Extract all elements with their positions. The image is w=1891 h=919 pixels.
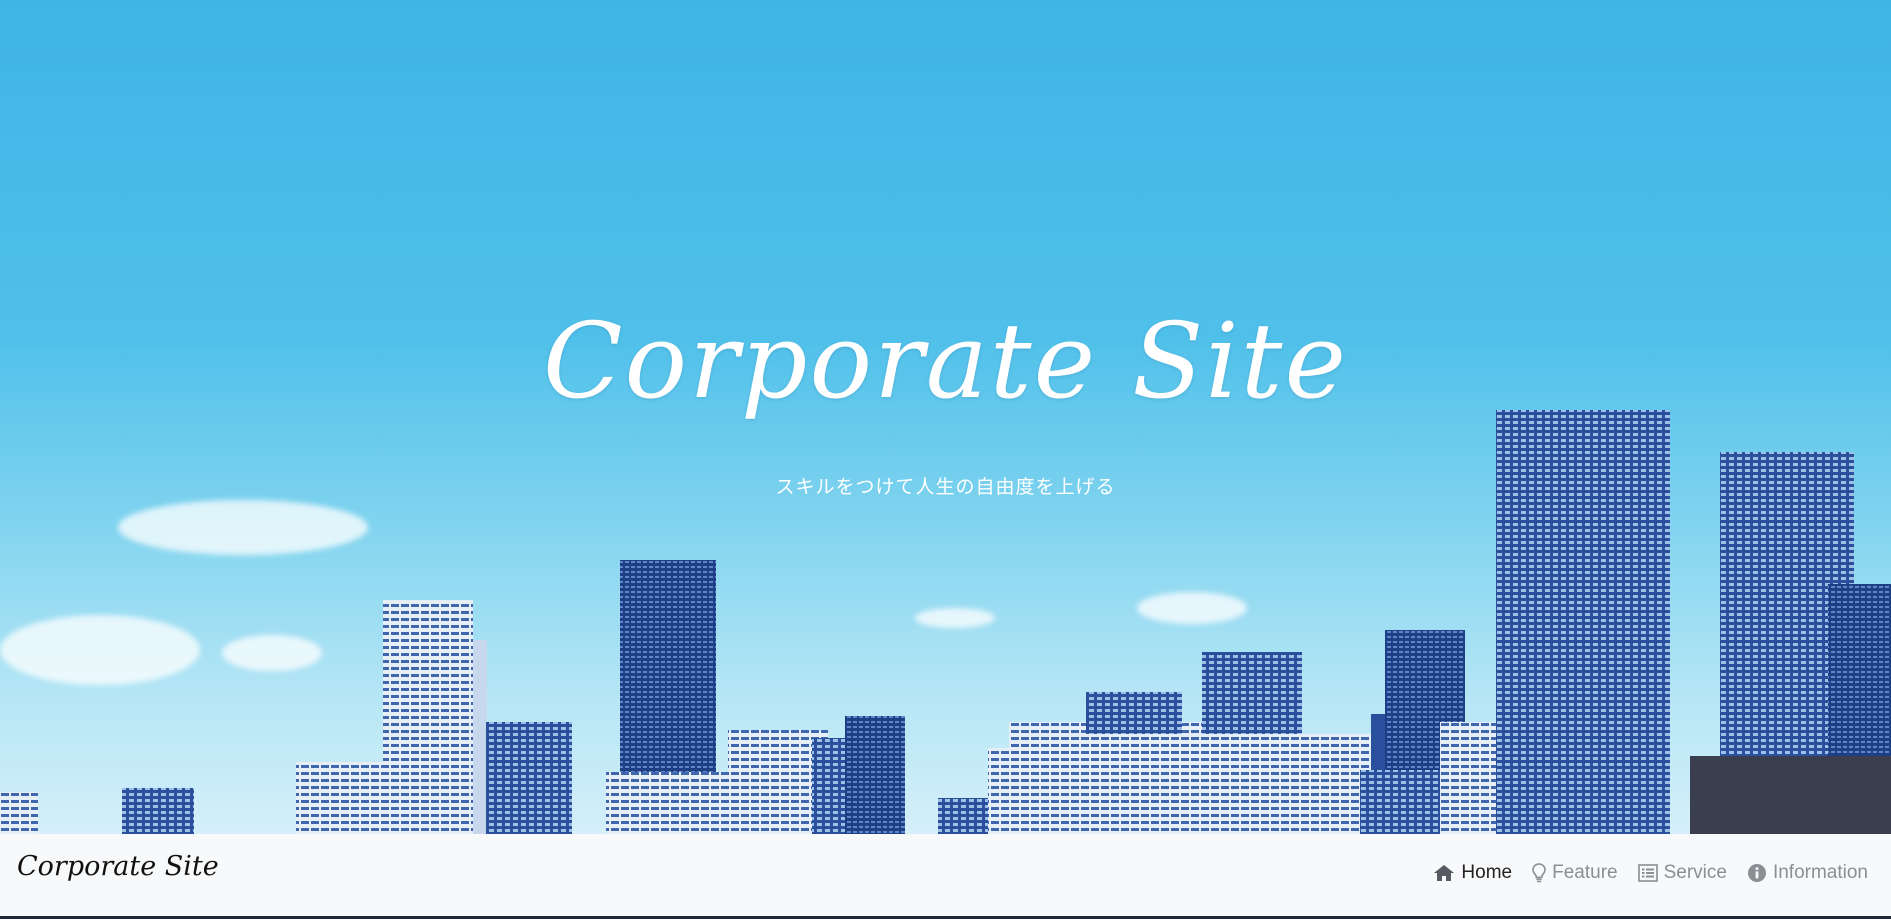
nav-menu: Home Feature Service Information [1433, 862, 1868, 884]
nav-item-information[interactable]: Information [1747, 862, 1868, 884]
nav-item-service[interactable]: Service [1637, 862, 1727, 884]
home-icon [1433, 864, 1455, 882]
bottom-navbar: Corporate Site Home Feature Service Info… [0, 834, 1891, 919]
nav-item-label: Service [1663, 862, 1727, 883]
hero-section: Corporate Site スキルをつけて人生の自由度を上げる [0, 0, 1891, 834]
hero-title: Corporate Site [542, 300, 1349, 422]
info-circle-icon [1747, 863, 1767, 883]
nav-item-home[interactable]: Home [1433, 862, 1512, 884]
nav-item-feature[interactable]: Feature [1532, 862, 1618, 884]
nav-item-label: Feature [1552, 862, 1618, 883]
nav-item-label: Information [1772, 862, 1868, 883]
lightbulb-icon [1532, 863, 1546, 883]
list-icon [1637, 864, 1658, 882]
nav-item-label: Home [1461, 862, 1513, 883]
brand-logo-link[interactable]: Corporate Site [17, 851, 219, 882]
hero-subtitle: スキルをつけて人生の自由度を上げる [775, 476, 1116, 498]
